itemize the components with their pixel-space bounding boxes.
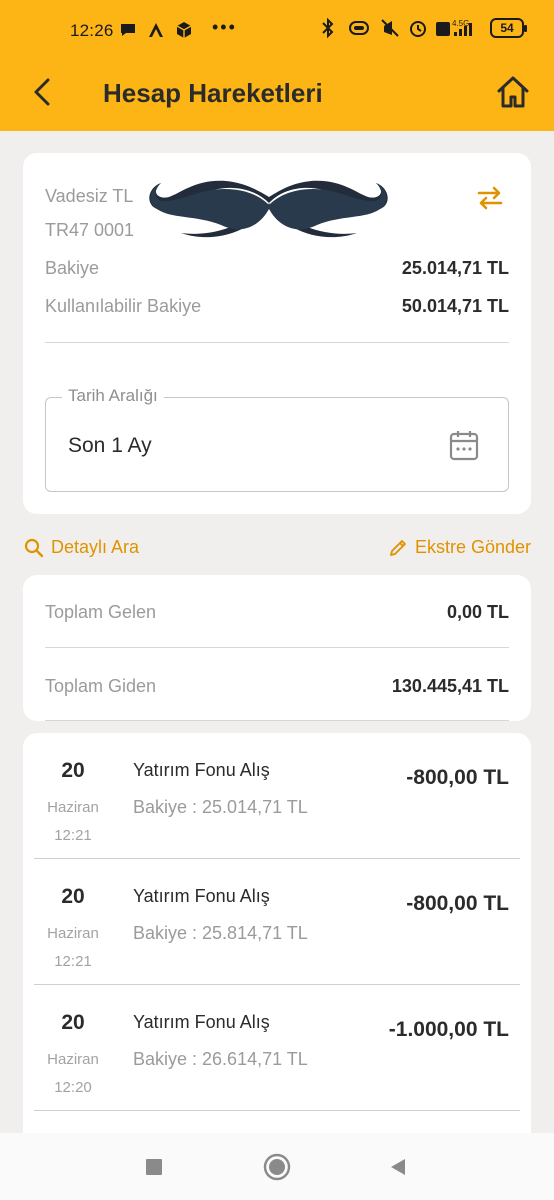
- divider: [45, 647, 509, 648]
- transaction-title: Yatırım Fonu Alış: [133, 1012, 270, 1032]
- total-incoming-label: Toplam Gelen: [45, 602, 157, 622]
- transaction-day: 20: [61, 759, 85, 782]
- swap-account-button[interactable]: [475, 183, 505, 213]
- mute-icon: [380, 18, 400, 38]
- account-name: Vadesiz TL: [45, 186, 134, 206]
- transaction-row[interactable]: 20 Haziran 12:21 Yatırım Fonu Alış Bakiy…: [23, 859, 531, 985]
- more-notifications-icon: •••: [212, 16, 237, 37]
- transaction-title: Yatırım Fonu Alış: [133, 760, 270, 780]
- battery-indicator: 54: [490, 18, 527, 38]
- calendar-icon: [449, 431, 479, 461]
- transaction-month: Haziran: [47, 925, 99, 942]
- bluetooth-icon: [318, 18, 338, 38]
- transaction-time: 12:21: [54, 827, 92, 844]
- page-title: Hesap Hareketleri: [103, 78, 323, 108]
- totals-card: Toplam Gelen 0,00 TL Toplam Giden 130.44…: [23, 575, 531, 721]
- transaction-month: Haziran: [47, 799, 99, 816]
- vibrate-icon: [346, 18, 372, 38]
- chevron-left-icon: [34, 78, 50, 106]
- status-bar: 12:26 ••• 4.5G 54: [0, 0, 554, 62]
- divider: [45, 342, 509, 343]
- transaction-amount: -800,00 TL: [406, 766, 509, 789]
- transaction-time: 12:21: [54, 953, 92, 970]
- transaction-amount: -1.000,00 TL: [388, 1018, 509, 1041]
- signal-icon: 4.5G: [436, 18, 482, 38]
- available-balance-label: Kullanılabilir Bakiye: [45, 296, 202, 316]
- recents-button[interactable]: [138, 1151, 170, 1183]
- package-icon: [174, 20, 194, 40]
- alarm-icon: [408, 18, 428, 38]
- status-time: 12:26: [70, 21, 114, 40]
- transaction-title: Yatırım Fonu Alış: [133, 886, 270, 906]
- total-incoming-value: 0,00 TL: [446, 602, 509, 622]
- status-notification-icons: •••: [118, 16, 237, 40]
- search-icon: [24, 538, 44, 557]
- transaction-day: 20: [61, 885, 85, 908]
- square-icon: [146, 1159, 162, 1175]
- transaction-month: Haziran: [47, 1051, 99, 1068]
- available-balance-value: 50.014,71 TL: [401, 296, 509, 316]
- balance-label: Bakiye: [45, 258, 100, 278]
- home-icon: [497, 76, 529, 108]
- transaction-day: 20: [61, 1011, 85, 1034]
- home-nav-button[interactable]: [261, 1151, 293, 1183]
- send-statement-link[interactable]: Ekstre Gönder: [388, 537, 531, 558]
- app-bar: Hesap Hareketleri: [0, 62, 554, 131]
- balance-value: 25.014,71 TL: [401, 258, 509, 278]
- system-nav-bar: [0, 1133, 554, 1200]
- back-button[interactable]: [22, 70, 62, 114]
- transaction-amount: -800,00 TL: [406, 892, 509, 915]
- home-button[interactable]: [492, 70, 534, 114]
- status-system-icons: 4.5G 54: [318, 18, 527, 38]
- total-outgoing-label: Toplam Giden: [45, 676, 157, 696]
- pencil-icon: [389, 539, 406, 556]
- back-nav-button[interactable]: [382, 1151, 414, 1183]
- swap-arrows-icon: [477, 186, 503, 210]
- circle-icon: [263, 1153, 291, 1181]
- calendar-button[interactable]: [448, 428, 480, 462]
- chat-bubble-icon: [118, 20, 138, 40]
- letter-a-icon: [146, 20, 166, 40]
- transactions-list: 20 Haziran 12:21 Yatırım Fonu Alış Bakiy…: [23, 733, 531, 1153]
- triangle-back-icon: [391, 1159, 405, 1175]
- account-card: Vadesiz TL TR47 0001 Bakiye 25.014,71 TL…: [23, 153, 531, 514]
- detailed-search-label: Detaylı Ara: [51, 537, 140, 557]
- total-outgoing-value: 130.445,41 TL: [391, 676, 509, 696]
- send-statement-label: Ekstre Gönder: [414, 537, 531, 557]
- transaction-time: 12:20: [54, 1079, 92, 1096]
- divider: [45, 720, 509, 721]
- detailed-search-link[interactable]: Detaylı Ara: [24, 537, 139, 558]
- mustache-redaction-icon: [149, 180, 388, 238]
- transaction-row[interactable]: 20 Haziran 12:20 Yatırım Fonu Alış Bakiy…: [23, 985, 531, 1111]
- account-iban: TR47 0001: [45, 220, 135, 240]
- transaction-balance: Bakiye : 25.014,71 TL: [133, 797, 308, 817]
- date-range-field[interactable]: Tarih Aralığı Son 1 Ay: [45, 386, 509, 492]
- transaction-row[interactable]: 20 Haziran 12:21 Yatırım Fonu Alış Bakiy…: [23, 733, 531, 859]
- transaction-balance: Bakiye : 26.614,71 TL: [133, 1049, 308, 1069]
- header: 12:26 ••• 4.5G 54 Hesap Hareketleri: [0, 0, 554, 131]
- transaction-balance: Bakiye : 25.814,71 TL: [133, 923, 308, 943]
- row-divider: [34, 1110, 520, 1111]
- date-range-label: Tarih Aralığı: [62, 386, 164, 406]
- date-range-value: Son 1 Ay: [68, 434, 152, 457]
